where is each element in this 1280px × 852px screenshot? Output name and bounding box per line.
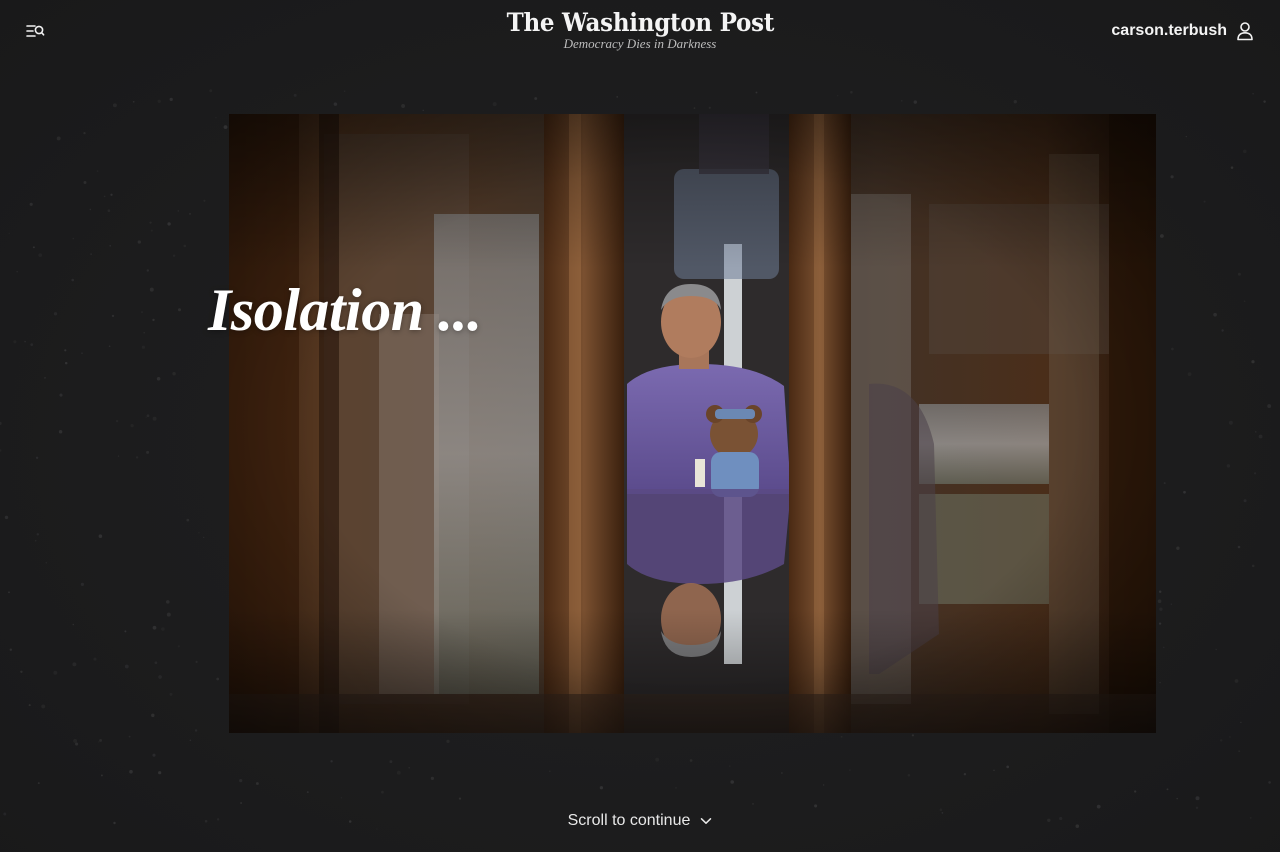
story-page: The Washington Post Democracy Dies in Da…: [0, 0, 1280, 852]
hero-photo: [229, 114, 1156, 733]
chevron-down-icon: [701, 818, 712, 824]
masthead[interactable]: The Washington Post Democracy Dies in Da…: [0, 8, 1280, 51]
user-icon: [1237, 22, 1253, 41]
user-account[interactable]: carson.terbush: [1111, 19, 1254, 43]
hero-photo-art: [229, 114, 1156, 733]
scroll-label: Scroll to continue: [567, 812, 691, 829]
username[interactable]: carson.terbush: [1111, 22, 1227, 40]
scroll-to-continue-button[interactable]: Scroll to continue: [568, 812, 713, 830]
story-headline: Isolation ...: [208, 277, 482, 343]
scroll-cue: Scroll to continue: [0, 812, 1280, 830]
masthead-tagline: Democracy Dies in Darkness: [563, 36, 717, 51]
masthead-logo[interactable]: The Washington Post: [506, 8, 774, 38]
top-bar: The Washington Post Democracy Dies in Da…: [0, 0, 1280, 62]
